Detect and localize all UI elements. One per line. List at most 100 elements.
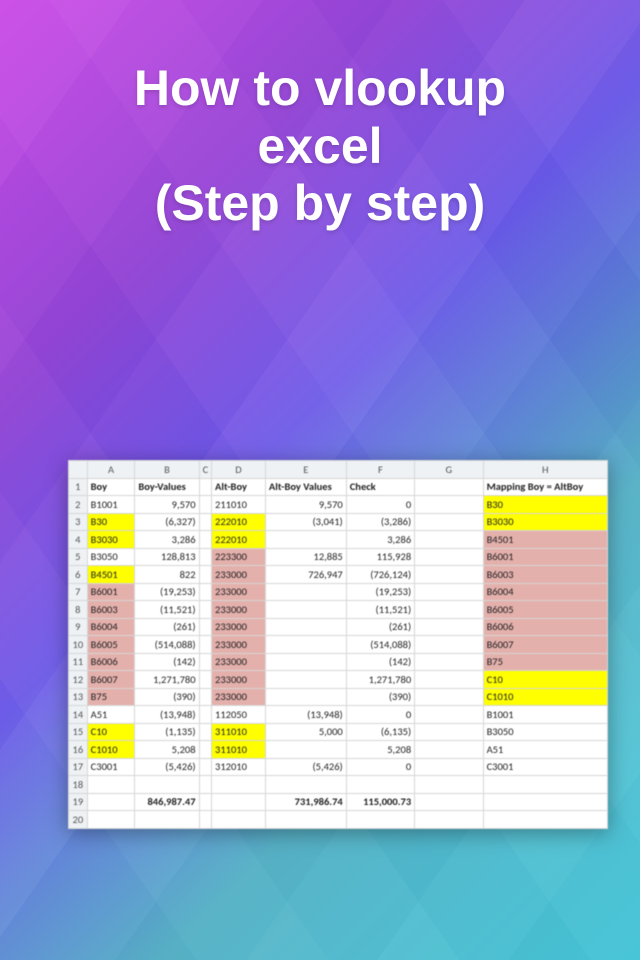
cell-boy: B6003 — [87, 601, 135, 619]
cell-alt-boy: 112050 — [212, 706, 266, 724]
cell-boy: C10 — [87, 723, 135, 741]
cell — [415, 478, 483, 496]
cell — [199, 531, 211, 549]
col-A: A — [87, 461, 135, 479]
cell-boy: B6005 — [87, 636, 135, 654]
cell-boy-values: 3,286 — [135, 531, 199, 549]
cell-alt-boy-values — [265, 531, 346, 549]
row-number: 15 — [69, 723, 88, 741]
cell-mapping: B3050 — [483, 723, 607, 741]
table-header-row: 1BoyBoy-ValuesAlt-BoyAlt-Boy ValuesCheck… — [69, 478, 608, 496]
cell-check: (726,124) — [346, 566, 414, 584]
cell — [415, 741, 483, 759]
cell-mapping: B6007 — [483, 636, 607, 654]
row-number: 7 — [69, 583, 88, 601]
row-number: 5 — [69, 548, 88, 566]
cell-alt-boy-values — [265, 636, 346, 654]
cell-boy-values: (261) — [135, 618, 199, 636]
hdr-alt-boy-values: Alt-Boy Values — [265, 478, 346, 496]
cell-alt-boy: 311010 — [212, 723, 266, 741]
cell — [199, 671, 211, 689]
total-check: 115,000.73 — [346, 793, 414, 811]
cell-check: 0 — [346, 496, 414, 514]
table-row: 9B6004(261)233000(261)B6006 — [69, 618, 608, 636]
cell-boy-values: 5,208 — [135, 741, 199, 759]
cell-mapping: B4501 — [483, 531, 607, 549]
row-number: 10 — [69, 636, 88, 654]
cell-boy-values: 128,813 — [135, 548, 199, 566]
cell-mapping: B6001 — [483, 548, 607, 566]
cell-mapping: B75 — [483, 653, 607, 671]
table-row: 10B6005(514,088)233000(514,088)B6007 — [69, 636, 608, 654]
corner-cell — [69, 461, 88, 479]
cell-alt-boy: 222010 — [212, 531, 266, 549]
cell-alt-boy: 233000 — [212, 688, 266, 706]
cell-boy: A51 — [87, 706, 135, 724]
cell-mapping: B3030 — [483, 513, 607, 531]
cell-boy: B75 — [87, 688, 135, 706]
cell-boy-values: (390) — [135, 688, 199, 706]
total-boy-values: 846,987.47 — [135, 793, 199, 811]
cell — [199, 688, 211, 706]
cell-check: 1,271,780 — [346, 671, 414, 689]
cell-alt-boy-values — [265, 583, 346, 601]
cell-mapping: B1001 — [483, 706, 607, 724]
cell — [415, 618, 483, 636]
cell-alt-boy-values — [265, 653, 346, 671]
cell — [199, 601, 211, 619]
cell-alt-boy: 233000 — [212, 671, 266, 689]
cell — [199, 723, 211, 741]
cell-alt-boy: 233000 — [212, 653, 266, 671]
totals-row: 19 846,987.47 731,986.74115,000.73 — [69, 793, 608, 811]
cell-boy: B6007 — [87, 671, 135, 689]
cell-check: 0 — [346, 758, 414, 776]
cell-boy-values: (13,948) — [135, 706, 199, 724]
cell — [199, 548, 211, 566]
cell — [415, 496, 483, 514]
cell-boy: C3001 — [87, 758, 135, 776]
table-row: 20 — [69, 811, 608, 829]
cell-check: (142) — [346, 653, 414, 671]
row-number: 19 — [69, 793, 88, 811]
hdr-check: Check — [346, 478, 414, 496]
row-number: 6 — [69, 566, 88, 584]
col-header-row: A B C D E F G H — [69, 461, 608, 479]
cell — [199, 513, 211, 531]
cell — [415, 583, 483, 601]
cell-boy: B6001 — [87, 583, 135, 601]
table-row: 5B3050128,81322330012,885115,928B6001 — [69, 548, 608, 566]
cell-alt-boy-values — [265, 671, 346, 689]
cell-boy: B6004 — [87, 618, 135, 636]
col-G: G — [415, 461, 483, 479]
cell-mapping: A51 — [483, 741, 607, 759]
cell-alt-boy: 312010 — [212, 758, 266, 776]
cell-boy: B6006 — [87, 653, 135, 671]
cell-check: (261) — [346, 618, 414, 636]
spreadsheet-table: A B C D E F G H 1BoyBoy-ValuesAlt-BoyAlt… — [68, 460, 608, 829]
cell-boy-values: 1,271,780 — [135, 671, 199, 689]
cell-alt-boy-values: (3,041) — [265, 513, 346, 531]
row-number: 8 — [69, 601, 88, 619]
cell — [415, 513, 483, 531]
cell-alt-boy: 222010 — [212, 513, 266, 531]
cell-boy-values: (5,426) — [135, 758, 199, 776]
cell-boy: B3050 — [87, 548, 135, 566]
cell — [265, 776, 346, 794]
total-alt-boy-values: 731,986.74 — [265, 793, 346, 811]
table-row: 15C10(1,135)3110105,000(6,135)B3050 — [69, 723, 608, 741]
cell-check: 3,286 — [346, 531, 414, 549]
cell — [212, 811, 266, 829]
cell-alt-boy: 223300 — [212, 548, 266, 566]
cell-boy-values: (1,135) — [135, 723, 199, 741]
cell — [415, 758, 483, 776]
cell-boy-values: (142) — [135, 653, 199, 671]
table-row: 13B75(390)233000(390)C1010 — [69, 688, 608, 706]
cell — [199, 478, 211, 496]
cell-alt-boy-values: (13,948) — [265, 706, 346, 724]
cell — [415, 688, 483, 706]
cell-alt-boy-values — [265, 688, 346, 706]
cell-alt-boy: 233000 — [212, 601, 266, 619]
table-row: 14A51(13,948)112050(13,948)0B1001 — [69, 706, 608, 724]
cell — [199, 741, 211, 759]
col-E: E — [265, 461, 346, 479]
